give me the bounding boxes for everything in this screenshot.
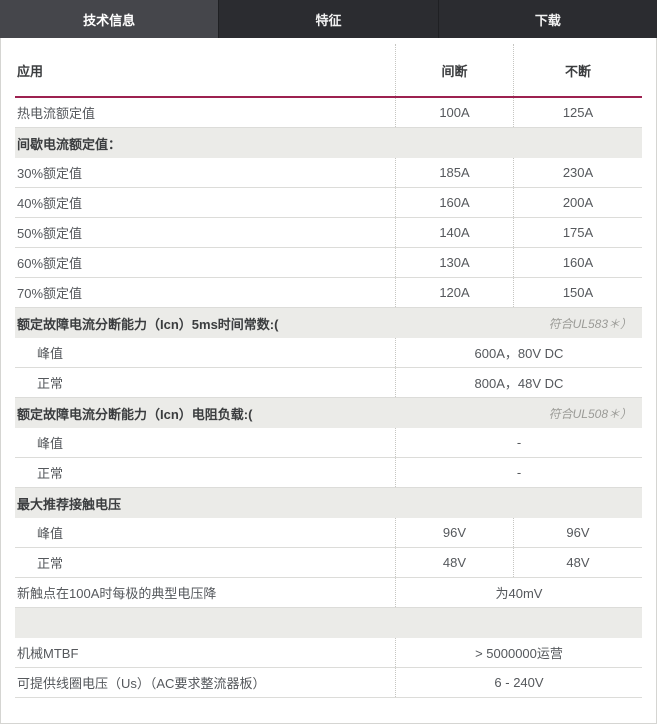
table-row-mechanical-mtbf: 机械MTBF > 5000000运营 bbox=[15, 638, 642, 668]
spec-table: 应用 间断 不断 热电流额定值 100A 125A 间歇电流额定值： 30%额定… bbox=[15, 38, 642, 698]
tab-features[interactable]: 特征 bbox=[218, 0, 437, 38]
row-label: 新触点在100A时每极的典型电压降 bbox=[15, 583, 395, 602]
row-label: 70%额定值 bbox=[15, 283, 395, 302]
tab-downloads[interactable]: 下载 bbox=[438, 0, 657, 38]
value-merged: > 5000000运营 bbox=[395, 638, 642, 667]
row-label: 50%额定值 bbox=[15, 223, 395, 242]
column-header-application: 应用 bbox=[15, 61, 395, 80]
table-row-thermal-current: 热电流额定值 100A 125A bbox=[15, 98, 642, 128]
section-label: 额定故障电流分断能力（Icn）电阻负载:( bbox=[15, 404, 252, 423]
row-label: 峰值 bbox=[15, 433, 395, 452]
row-label: 60%额定值 bbox=[15, 253, 395, 272]
tab-bar: 技术信息 特征 下载 bbox=[0, 0, 657, 38]
value-continuous: 125A bbox=[513, 98, 642, 127]
value-merged: - bbox=[395, 458, 642, 487]
value-continuous: 200A bbox=[513, 188, 642, 217]
section-row-breaking-capacity-5ms: 额定故障电流分断能力（Icn）5ms时间常数:( 符合UL583＊） bbox=[15, 308, 642, 338]
table-row-normal-5ms: 正常 800A，48V DC bbox=[15, 368, 642, 398]
table-row-peak-voltage: 峰值 96V 96V bbox=[15, 518, 642, 548]
value-merged: - bbox=[395, 428, 642, 457]
value-continuous: 230A bbox=[513, 158, 642, 187]
row-label: 可提供线圈电压（Us）（AC要求整流器板） bbox=[15, 673, 395, 692]
table-row-30pct: 30%额定值 185A 230A bbox=[15, 158, 642, 188]
value-continuous: 48V bbox=[513, 548, 642, 577]
tab-label: 特征 bbox=[315, 10, 341, 29]
row-label: 正常 bbox=[15, 463, 395, 482]
ul-compliance-note: 符合UL508＊） bbox=[549, 405, 642, 422]
section-label: 额定故障电流分断能力（Icn）5ms时间常数:( bbox=[15, 314, 278, 333]
value-intermittent: 120A bbox=[395, 278, 513, 307]
table-row-peak-5ms: 峰值 600A，80V DC bbox=[15, 338, 642, 368]
value-merged: 6 - 240V bbox=[395, 668, 642, 697]
value-intermittent: 48V bbox=[395, 548, 513, 577]
table-row-voltage-drop: 新触点在100A时每极的典型电压降 为40mV bbox=[15, 578, 642, 608]
value-intermittent: 100A bbox=[395, 98, 513, 127]
table-row-normal-voltage: 正常 48V 48V bbox=[15, 548, 642, 578]
table-row-40pct: 40%额定值 160A 200A bbox=[15, 188, 642, 218]
product-spec-panel: 技术信息 特征 下载 应用 间断 不断 热电流额定值 100A 125A 间歇电… bbox=[0, 0, 657, 724]
value-merged: 800A，48V DC bbox=[395, 368, 642, 397]
spec-table-container: 应用 间断 不断 热电流额定值 100A 125A 间歇电流额定值： 30%额定… bbox=[0, 38, 657, 724]
table-row-60pct: 60%额定值 130A 160A bbox=[15, 248, 642, 278]
row-label: 热电流额定值 bbox=[15, 103, 395, 122]
table-header-row: 应用 间断 不断 bbox=[15, 38, 642, 98]
section-label: 最大推荐接触电压 bbox=[15, 494, 121, 513]
row-label: 峰值 bbox=[15, 343, 395, 362]
value-continuous: 150A bbox=[513, 278, 642, 307]
table-row-peak-resistive: 峰值 - bbox=[15, 428, 642, 458]
ul-compliance-note: 符合UL583＊） bbox=[549, 315, 642, 332]
value-merged: 为40mV bbox=[395, 578, 642, 607]
value-merged: 600A，80V DC bbox=[395, 338, 642, 367]
value-intermittent: 140A bbox=[395, 218, 513, 247]
value-intermittent: 185A bbox=[395, 158, 513, 187]
value-continuous: 160A bbox=[513, 248, 642, 277]
section-row-intermittent-ratings: 间歇电流额定值： bbox=[15, 128, 642, 158]
row-label: 40%额定值 bbox=[15, 193, 395, 212]
value-intermittent: 130A bbox=[395, 248, 513, 277]
row-label: 正常 bbox=[15, 553, 395, 572]
row-label: 峰值 bbox=[15, 523, 395, 542]
value-continuous: 96V bbox=[513, 518, 642, 547]
row-label: 正常 bbox=[15, 373, 395, 392]
table-row-normal-resistive: 正常 - bbox=[15, 458, 642, 488]
row-label: 机械MTBF bbox=[15, 643, 395, 662]
column-header-intermittent: 间断 bbox=[395, 44, 513, 96]
tab-label: 下载 bbox=[535, 10, 561, 29]
value-intermittent: 160A bbox=[395, 188, 513, 217]
value-intermittent: 96V bbox=[395, 518, 513, 547]
table-row-70pct: 70%额定值 120A 150A bbox=[15, 278, 642, 308]
section-row-empty bbox=[15, 608, 642, 638]
table-row-50pct: 50%额定值 140A 175A bbox=[15, 218, 642, 248]
section-row-max-contact-voltage: 最大推荐接触电压 bbox=[15, 488, 642, 518]
value-continuous: 175A bbox=[513, 218, 642, 247]
tab-label: 技术信息 bbox=[83, 10, 135, 29]
row-label: 30%额定值 bbox=[15, 163, 395, 182]
table-row-coil-voltage: 可提供线圈电压（Us）（AC要求整流器板） 6 - 240V bbox=[15, 668, 642, 698]
section-label: 间歇电流额定值： bbox=[15, 134, 121, 153]
section-row-breaking-capacity-resistive: 额定故障电流分断能力（Icn）电阻负载:( 符合UL508＊） bbox=[15, 398, 642, 428]
column-header-continuous: 不断 bbox=[513, 44, 642, 96]
tab-technical-info[interactable]: 技术信息 bbox=[0, 0, 218, 38]
